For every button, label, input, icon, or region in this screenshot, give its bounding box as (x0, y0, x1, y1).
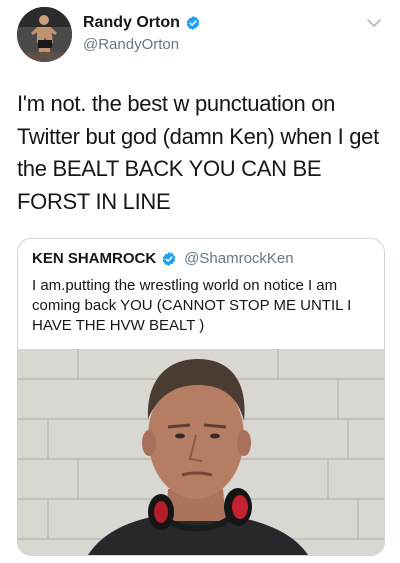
tweet-card: Randy Orton @RandyOrton I'm not. the bes… (0, 0, 400, 563)
author-name-row: Randy Orton (83, 14, 201, 32)
chevron-down-icon[interactable] (366, 16, 382, 30)
author-handle[interactable]: @RandyOrton (83, 36, 179, 53)
quoted-tweet-text: I am.putting the wrestling world on noti… (32, 277, 352, 334)
quoted-display-name: KEN SHAMROCK (32, 250, 157, 267)
quoted-tweet[interactable]: KEN SHAMROCK @ShamrockKen I am.putting t… (17, 238, 385, 556)
quoted-tweet-photo[interactable] (18, 349, 384, 555)
quoted-handle: @ShamrockKen (184, 250, 294, 267)
tweet-text: I'm not. the best w punctuation on Twitt… (17, 91, 379, 214)
avatar[interactable] (17, 7, 72, 62)
verified-badge-icon (162, 251, 176, 266)
display-name[interactable]: Randy Orton (83, 14, 180, 32)
quoted-author-row: KEN SHAMROCK @ShamrockKen (32, 250, 294, 267)
avatar-image (17, 7, 72, 62)
verified-badge-icon (186, 16, 200, 30)
